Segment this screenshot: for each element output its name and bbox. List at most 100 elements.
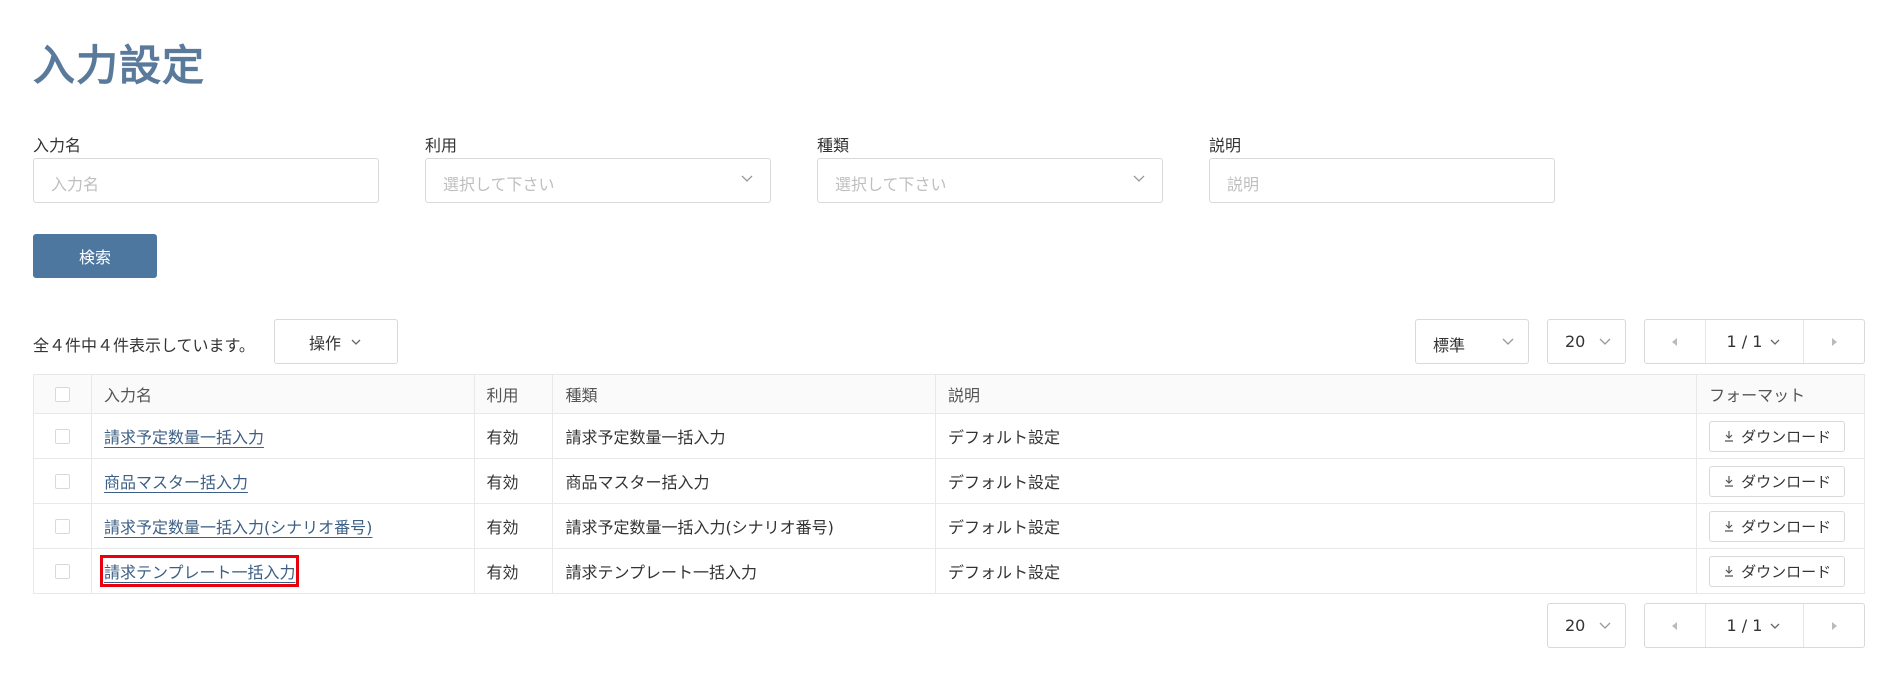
download-label: ダウンロード bbox=[1741, 517, 1832, 536]
chevron-down-icon bbox=[1502, 338, 1514, 345]
row-checkbox[interactable] bbox=[54, 473, 70, 489]
page-indicator: 1 / 1 bbox=[1726, 616, 1763, 635]
description-cell: デフォルト設定 bbox=[935, 459, 1696, 503]
format-cell: ダウンロード bbox=[1696, 549, 1864, 593]
name-cell: 請求予定数量一括入力 bbox=[90, 414, 474, 458]
table-header-row: 入力名 利用 種類 説明 フォーマット bbox=[34, 375, 1864, 413]
download-icon bbox=[1725, 476, 1734, 487]
type-cell: 請求予定数量一括入力 bbox=[552, 414, 935, 458]
download-label: ダウンロード bbox=[1741, 472, 1832, 491]
use-filter-label: 利用 bbox=[425, 136, 458, 155]
bottom-page-size-select[interactable]: 20 bbox=[1547, 603, 1626, 648]
download-button[interactable]: ダウンロード bbox=[1709, 420, 1846, 452]
search-button[interactable]: 検索 bbox=[33, 234, 157, 278]
use-filter-select[interactable]: 選択して下さい bbox=[425, 158, 771, 203]
table-row: 請求テンプレート一括入力 有効 請求テンプレート一括入力 デフォルト設定 ダウン… bbox=[34, 548, 1864, 593]
description-filter-input[interactable]: 説明 bbox=[1209, 158, 1555, 203]
row-checkbox[interactable] bbox=[54, 518, 70, 534]
input-name-link[interactable]: 請求テンプレート一括入力 bbox=[99, 555, 300, 587]
table-row: 請求予定数量一括入力 有効 請求予定数量一括入力 デフォルト設定 ダウンロード bbox=[34, 413, 1864, 458]
page-indicator-select[interactable]: 1 / 1 bbox=[1705, 320, 1804, 363]
name-cell: 商品マスター括入力 bbox=[90, 459, 474, 503]
view-mode-select[interactable]: 標準 bbox=[1415, 319, 1529, 364]
chevron-down-icon bbox=[741, 175, 753, 182]
use-cell: 有効 bbox=[473, 504, 553, 548]
column-header-format: フォーマット bbox=[1696, 375, 1864, 413]
type-cell: 請求テンプレート一括入力 bbox=[552, 549, 935, 593]
use-cell: 有効 bbox=[473, 549, 553, 593]
download-icon bbox=[1725, 431, 1734, 442]
use-cell: 有効 bbox=[473, 414, 553, 458]
input-settings-table: 入力名 利用 種類 説明 フォーマット 請求予定数量一括入力 有効 請求予定数量… bbox=[33, 374, 1865, 594]
row-select-cell bbox=[34, 414, 91, 458]
caret-left-icon bbox=[1672, 337, 1677, 346]
chevron-down-icon bbox=[1770, 339, 1780, 345]
table-row: 商品マスター括入力 有効 商品マスター括入力 デフォルト設定 ダウンロード bbox=[34, 458, 1864, 503]
name-filter-placeholder: 入力名 bbox=[51, 175, 100, 194]
description-cell: デフォルト設定 bbox=[935, 549, 1696, 593]
download-button[interactable]: ダウンロード bbox=[1709, 555, 1846, 587]
format-cell: ダウンロード bbox=[1696, 414, 1864, 458]
chevron-down-icon bbox=[1599, 622, 1611, 629]
type-cell: 請求予定数量一括入力(シナリオ番号) bbox=[552, 504, 935, 548]
table-row: 請求予定数量一括入力(シナリオ番号) 有効 請求予定数量一括入力(シナリオ番号)… bbox=[34, 503, 1864, 548]
next-page-button[interactable] bbox=[1804, 604, 1864, 647]
description-cell: デフォルト設定 bbox=[935, 504, 1696, 548]
input-name-link[interactable]: 請求予定数量一括入力 bbox=[104, 424, 264, 448]
top-pagination: 1 / 1 bbox=[1644, 319, 1865, 364]
type-cell: 商品マスター括入力 bbox=[552, 459, 935, 503]
prev-page-button[interactable] bbox=[1645, 604, 1705, 647]
chevron-down-icon bbox=[1770, 623, 1780, 629]
page-title: 入力設定 bbox=[33, 41, 206, 90]
row-checkbox[interactable] bbox=[54, 563, 70, 579]
page-indicator: 1 / 1 bbox=[1726, 332, 1763, 351]
chevron-down-icon bbox=[1133, 175, 1145, 182]
caret-left-icon bbox=[1672, 621, 1677, 630]
download-icon bbox=[1725, 521, 1734, 532]
name-filter-input[interactable]: 入力名 bbox=[33, 158, 379, 203]
prev-page-button[interactable] bbox=[1645, 320, 1705, 363]
name-cell: 請求予定数量一括入力(シナリオ番号) bbox=[90, 504, 474, 548]
page-size-value: 20 bbox=[1565, 332, 1586, 351]
download-button[interactable]: ダウンロード bbox=[1709, 465, 1846, 497]
chevron-down-icon bbox=[351, 339, 361, 345]
select-all-cell bbox=[34, 375, 91, 413]
page-size-select[interactable]: 20 bbox=[1547, 319, 1626, 364]
result-summary: 全４件中４件表示しています。 bbox=[33, 336, 255, 355]
use-filter-placeholder: 選択して下さい bbox=[443, 175, 555, 194]
download-button[interactable]: ダウンロード bbox=[1709, 510, 1846, 542]
format-cell: ダウンロード bbox=[1696, 504, 1864, 548]
column-header-description[interactable]: 説明 bbox=[935, 375, 1696, 413]
row-select-cell bbox=[34, 459, 91, 503]
input-name-link[interactable]: 商品マスター括入力 bbox=[104, 469, 248, 493]
bottom-pagination: 1 / 1 bbox=[1644, 603, 1865, 648]
column-header-name[interactable]: 入力名 bbox=[90, 375, 474, 413]
caret-right-icon bbox=[1832, 621, 1837, 630]
view-mode-value: 標準 bbox=[1433, 336, 1466, 355]
name-filter-label: 入力名 bbox=[33, 136, 82, 155]
row-select-cell bbox=[34, 504, 91, 548]
description-cell: デフォルト設定 bbox=[935, 414, 1696, 458]
description-filter-label: 説明 bbox=[1209, 136, 1242, 155]
operations-button[interactable]: 操作 bbox=[274, 319, 398, 364]
type-filter-label: 種類 bbox=[817, 136, 850, 155]
description-filter-placeholder: 説明 bbox=[1227, 175, 1260, 194]
row-checkbox[interactable] bbox=[54, 428, 70, 444]
bottom-page-size-value: 20 bbox=[1565, 616, 1586, 635]
format-cell: ダウンロード bbox=[1696, 459, 1864, 503]
select-all-checkbox[interactable] bbox=[54, 386, 70, 402]
download-label: ダウンロード bbox=[1741, 427, 1832, 446]
page-indicator-select[interactable]: 1 / 1 bbox=[1705, 604, 1804, 647]
use-cell: 有効 bbox=[473, 459, 553, 503]
download-label: ダウンロード bbox=[1741, 562, 1832, 581]
column-header-use[interactable]: 利用 bbox=[473, 375, 553, 413]
column-header-type[interactable]: 種類 bbox=[552, 375, 935, 413]
download-icon bbox=[1725, 566, 1734, 577]
type-filter-select[interactable]: 選択して下さい bbox=[817, 158, 1163, 203]
operations-label: 操作 bbox=[308, 333, 341, 353]
chevron-down-icon bbox=[1599, 338, 1611, 345]
name-cell: 請求テンプレート一括入力 bbox=[90, 549, 474, 593]
input-name-link[interactable]: 請求予定数量一括入力(シナリオ番号) bbox=[104, 514, 373, 538]
caret-right-icon bbox=[1832, 337, 1837, 346]
next-page-button[interactable] bbox=[1804, 320, 1864, 363]
